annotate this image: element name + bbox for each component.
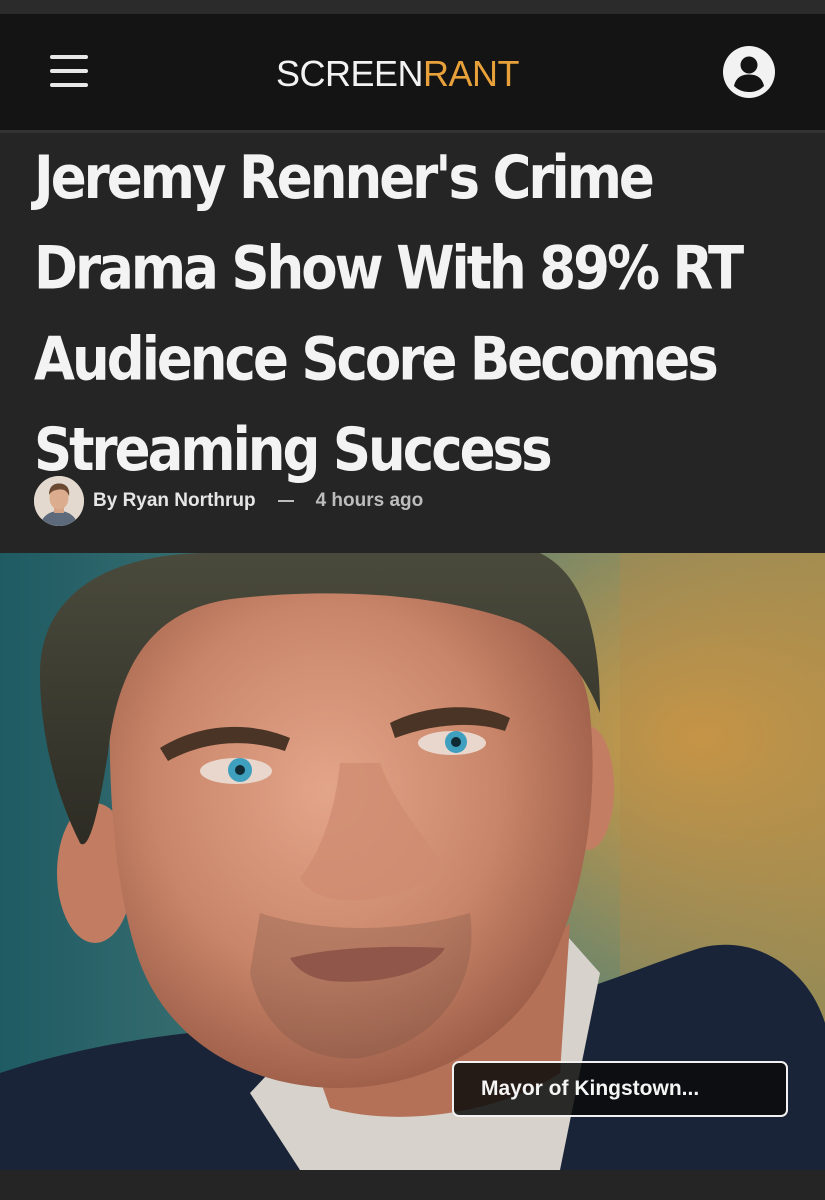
logo-rant: RANT (423, 53, 520, 94)
author-avatar[interactable] (34, 476, 84, 526)
logo-screen: SCREEN (276, 53, 424, 94)
site-logo[interactable]: SCREENRANT (276, 53, 520, 94)
hero-caption-button[interactable]: Mayor of Kingstown... (452, 1061, 788, 1117)
byline-separator (277, 500, 294, 502)
top-strip (0, 0, 825, 14)
user-account-icon[interactable] (723, 46, 775, 98)
publish-time: 4 hours ago (315, 490, 424, 511)
bottom-strip (0, 1170, 825, 1200)
article-title: Jeremy Renner's Crime Drama Show With 89… (34, 144, 744, 485)
byline: By Ryan Northrup 4 hours ago (34, 476, 423, 526)
author-name[interactable]: By Ryan Northrup (93, 490, 256, 512)
article-page: SCREENRANT Jeremy Renner's Crime Drama S… (0, 0, 825, 1200)
hamburger-menu-icon[interactable] (50, 55, 90, 89)
